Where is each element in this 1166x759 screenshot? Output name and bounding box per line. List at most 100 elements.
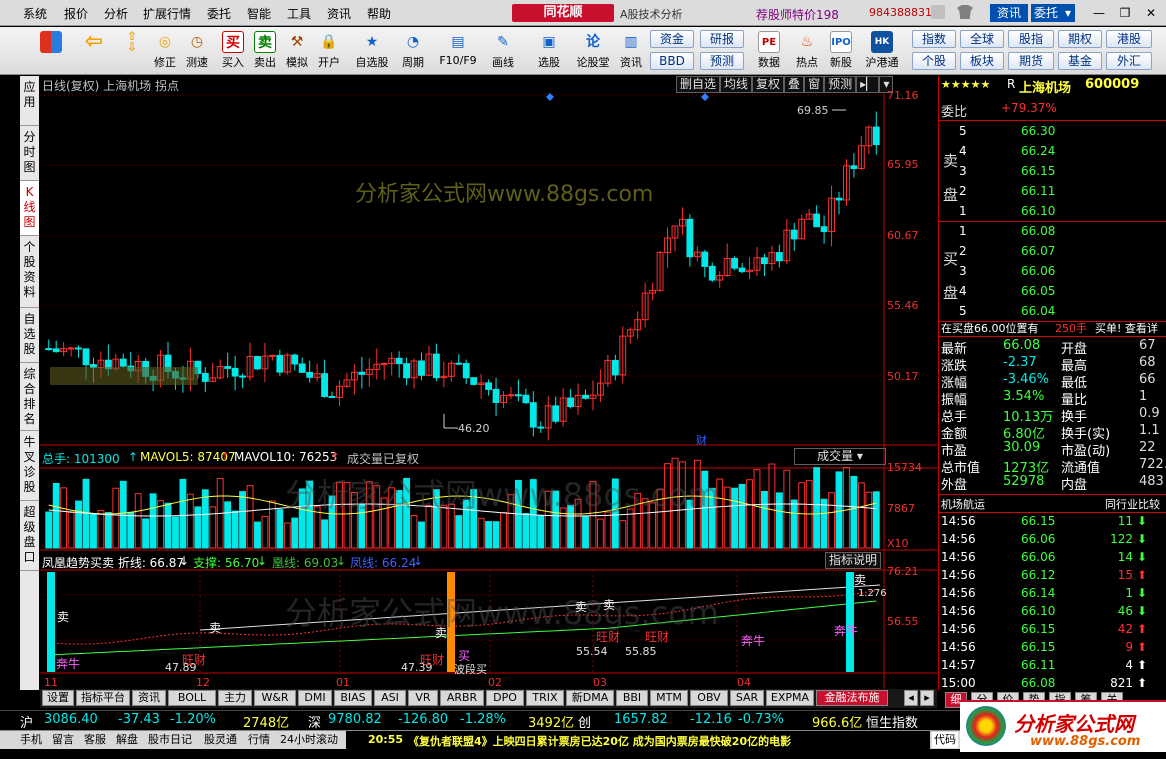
- tab-profile[interactable]: 个股资料: [20, 236, 39, 308]
- stock-index-button[interactable]: 股指: [1008, 30, 1054, 48]
- status-diary[interactable]: 股市日记: [148, 732, 192, 748]
- bid-row[interactable]: 2 66.07: [939, 242, 1166, 262]
- indicator-tab-trix[interactable]: TRIX: [526, 690, 564, 706]
- menu-smart[interactable]: 智能: [247, 5, 271, 22]
- indicator-tab-platform[interactable]: 指标平台: [76, 690, 130, 706]
- close-icon[interactable]: ✕: [1140, 4, 1162, 22]
- code-button[interactable]: 代码: [932, 732, 958, 748]
- ask-row[interactable]: 4 66.24: [939, 142, 1166, 162]
- indicator-tab-dpo[interactable]: DPO: [486, 690, 524, 706]
- menu-help[interactable]: 帮助: [367, 5, 391, 22]
- back-button[interactable]: ⇦: [79, 29, 109, 73]
- window-button[interactable]: 窗: [804, 76, 825, 93]
- bid-row[interactable]: 5 66.04: [939, 302, 1166, 322]
- ask-row[interactable]: 3 66.15: [939, 162, 1166, 182]
- indicator-tab-obv[interactable]: OBV: [690, 690, 728, 706]
- indicator-tab-wr[interactable]: W&R: [254, 690, 296, 706]
- indicator-tab-news[interactable]: 资讯: [132, 690, 166, 706]
- bid-row[interactable]: 4 66.05: [939, 282, 1166, 302]
- sector-name[interactable]: 机场航运: [941, 496, 985, 512]
- menu-trade[interactable]: 委托: [207, 5, 231, 22]
- forecast-chart-button[interactable]: 预测: [824, 76, 857, 93]
- indicator-tab-mtm[interactable]: MTM: [650, 690, 688, 706]
- news-ticker[interactable]: 20:55 《复仇者联盟4》上映四日累计票房已达20亿 成为国内票房最快破20亿…: [346, 731, 930, 749]
- tab-level2[interactable]: 超级盘口: [20, 501, 39, 571]
- menu-system[interactable]: 系统: [23, 5, 47, 22]
- more-icon[interactable]: ▸▏: [856, 76, 880, 93]
- sector-button[interactable]: 板块: [960, 52, 1004, 70]
- tab-ranking[interactable]: 综合排名: [20, 363, 39, 431]
- index-button[interactable]: 指数: [912, 30, 956, 48]
- indicator-tab-boll[interactable]: BOLL: [168, 690, 216, 706]
- compare-link[interactable]: 同行业比较: [1105, 496, 1160, 512]
- status-analysis[interactable]: 解盘: [116, 732, 138, 748]
- trade-button[interactable]: 委托: [1031, 4, 1061, 22]
- news-button[interactable]: 资讯: [990, 4, 1028, 22]
- revise-button[interactable]: ◎ 修正: [150, 29, 180, 73]
- sell-button[interactable]: 卖卖出: [250, 29, 280, 73]
- tab-kline[interactable]: K线图: [20, 181, 39, 236]
- status-24h[interactable]: 24小时滚动: [280, 732, 338, 748]
- forum-button[interactable]: 论论股堂: [575, 29, 611, 73]
- indicator-tab-newdma[interactable]: 新DMA: [566, 690, 614, 706]
- funds-button[interactable]: 基金: [1058, 52, 1102, 70]
- tab-apps[interactable]: 应用: [20, 76, 39, 126]
- tab-timeshare[interactable]: 分时图: [20, 126, 39, 181]
- bbd-button[interactable]: BBD: [650, 52, 694, 70]
- draw-line-button[interactable]: ✎ 画线: [488, 29, 518, 73]
- overlay-button[interactable]: 叠: [784, 76, 805, 93]
- tab-diagnose[interactable]: 牛叉诊股: [20, 431, 39, 501]
- buy-button[interactable]: 买买入: [218, 29, 248, 73]
- menu-news[interactable]: 资讯: [327, 5, 351, 22]
- futures-button[interactable]: 期货: [1008, 52, 1054, 70]
- stock-picker-button[interactable]: ▣ 选股: [534, 29, 564, 73]
- maximize-icon[interactable]: ❐: [1114, 4, 1136, 22]
- status-service[interactable]: 客服: [84, 732, 106, 748]
- indicator-tab-vr[interactable]: VR: [408, 690, 438, 706]
- adjust-button[interactable]: 复权: [752, 76, 785, 93]
- watchlist-button[interactable]: ★ 自选股: [354, 29, 390, 73]
- indicator-tab-fibonacci[interactable]: 金融法布施: [816, 690, 888, 706]
- status-mobile[interactable]: 手机: [20, 732, 42, 748]
- indicator-tab-arbr[interactable]: ARBR: [440, 690, 484, 706]
- forecast-button[interactable]: 预测: [700, 52, 744, 70]
- hot-button[interactable]: ♨ 热点: [792, 29, 822, 73]
- status-market[interactable]: 行情: [248, 732, 270, 748]
- tab-watchlist[interactable]: 自选股: [20, 308, 39, 363]
- updown-button[interactable]: ⇧ ⇩: [118, 29, 146, 73]
- info-button[interactable]: ▥ 资讯: [616, 29, 646, 73]
- f10-button[interactable]: ▤ F10/F9: [438, 29, 478, 73]
- hk-connect-button[interactable]: HK 沪港通: [864, 29, 900, 73]
- ask-row[interactable]: 2 66.11: [939, 182, 1166, 202]
- trade-dropdown-icon[interactable]: ▾: [1061, 4, 1075, 22]
- speed-test-button[interactable]: ◷ 测速: [182, 29, 212, 73]
- indicator-tab-bias[interactable]: BIAS: [334, 690, 372, 706]
- menu-ext-quote[interactable]: 扩展行情: [143, 5, 191, 22]
- menu-tools[interactable]: 工具: [287, 5, 311, 22]
- indicator-tab-dmi[interactable]: DMI: [298, 690, 332, 706]
- ipo-button[interactable]: IPO 新股: [826, 29, 856, 73]
- finance-marker[interactable]: 财: [696, 432, 707, 448]
- open-account-button[interactable]: 🔒 开户: [314, 29, 344, 73]
- indicator-tab-expma[interactable]: EXPMA: [766, 690, 814, 706]
- ma-button[interactable]: 均线: [720, 76, 753, 93]
- volume-indicator-select[interactable]: 成交量 ▾: [794, 448, 886, 465]
- bid-row[interactable]: 1 66.08: [939, 222, 1166, 242]
- bid-row[interactable]: 3 66.06: [939, 262, 1166, 282]
- hk-stocks-button[interactable]: 港股: [1106, 30, 1152, 48]
- stocks-button[interactable]: 个股: [912, 52, 956, 70]
- indicator-tab-bbi[interactable]: BBI: [616, 690, 648, 706]
- ask-row[interactable]: 5 66.30: [939, 122, 1166, 142]
- shirt-icon[interactable]: [957, 5, 973, 19]
- research-button[interactable]: 研报: [700, 30, 744, 48]
- status-gulingtong[interactable]: 股灵通: [204, 732, 237, 748]
- tabs-scroll-left-icon[interactable]: ◂: [904, 690, 918, 706]
- indicator-tab-sar[interactable]: SAR: [730, 690, 764, 706]
- menu-quote[interactable]: 报价: [64, 5, 88, 22]
- bell-icon[interactable]: [931, 5, 945, 19]
- minimize-icon[interactable]: —: [1088, 4, 1110, 22]
- indicator-tab-asi[interactable]: ASI: [374, 690, 406, 706]
- hs-label[interactable]: 恒生指数: [866, 712, 918, 731]
- indicator-tab-main[interactable]: 主力: [218, 690, 252, 706]
- global-button[interactable]: 全球: [960, 30, 1004, 48]
